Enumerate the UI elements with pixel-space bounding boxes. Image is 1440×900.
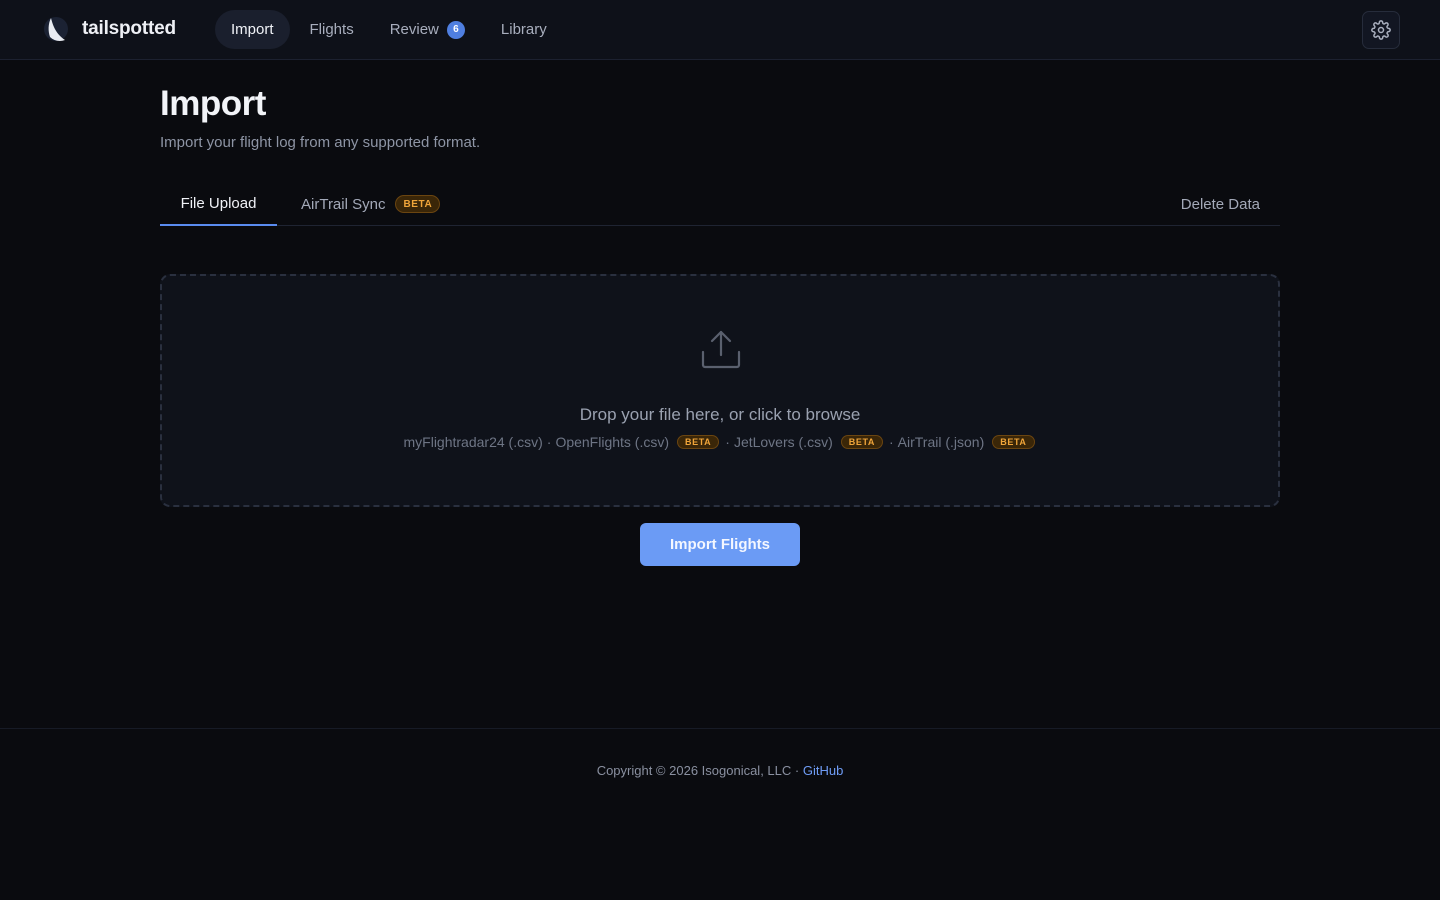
nav-item-import[interactable]: Import xyxy=(215,10,290,49)
import-flights-button[interactable]: Import Flights xyxy=(640,523,800,566)
tab-label: File Upload xyxy=(180,194,257,212)
format-label: JetLovers (.csv) xyxy=(733,434,833,450)
dropzone-title: Drop your file here, or click to browse xyxy=(579,405,861,424)
review-count-badge: 6 xyxy=(446,20,465,39)
format-label: OpenFlights (.csv) xyxy=(555,434,670,450)
page-subtitle: Import your flight log from any supporte… xyxy=(160,134,481,151)
beta-badge: BETA xyxy=(840,435,883,449)
gear-icon xyxy=(1371,20,1391,40)
file-dropzone[interactable]: Drop your file here, or click to browse … xyxy=(160,274,1280,507)
nav-item-label: Import xyxy=(231,21,274,38)
nav-item-flights[interactable]: Flights xyxy=(294,10,370,49)
format-label: AirTrail (.json) xyxy=(897,434,985,450)
nav-item-label: Flights xyxy=(309,21,354,38)
settings-button[interactable] xyxy=(1362,11,1400,49)
tab-label: Delete Data xyxy=(1180,195,1260,213)
tab-delete-data[interactable]: Delete Data xyxy=(1181,182,1260,226)
nav-item-review[interactable]: Review 6 xyxy=(374,10,481,49)
tab-airtrail-sync[interactable]: AirTrail Sync BETA xyxy=(301,182,441,226)
nav-item-label: Review xyxy=(389,21,439,38)
beta-badge: BETA xyxy=(992,435,1035,449)
upload-icon xyxy=(701,330,741,369)
import-tabs: File Upload AirTrail Sync BETA Delete Da… xyxy=(160,182,1280,226)
logo-icon[interactable] xyxy=(42,14,70,44)
copyright-text: Copyright © 2026 Isogonical, LLC · xyxy=(596,763,800,778)
nav-item-library[interactable]: Library xyxy=(485,10,563,49)
page-title: Import xyxy=(160,84,266,123)
supported-formats: myFlightradar24 (.csv) · OpenFlights (.c… xyxy=(162,434,1278,450)
nav-item-label: Library xyxy=(500,21,547,38)
format-separator: · xyxy=(546,434,552,450)
format-label: myFlightradar24 (.csv) xyxy=(403,434,543,450)
beta-badge: BETA xyxy=(677,435,720,449)
tab-label: AirTrail Sync xyxy=(301,195,386,213)
top-bar: tailspotted Import Flights Review 6 Libr… xyxy=(0,0,1440,60)
main-nav: Import Flights Review 6 Library xyxy=(215,10,563,49)
format-separator: · xyxy=(725,434,730,450)
github-link[interactable]: GitHub xyxy=(803,763,843,778)
tab-file-upload[interactable]: File Upload xyxy=(160,182,277,226)
beta-badge: BETA xyxy=(395,195,441,213)
format-separator: · xyxy=(888,434,894,450)
brand-name[interactable]: tailspotted xyxy=(82,18,176,40)
footer: Copyright © 2026 Isogonical, LLC · GitHu… xyxy=(0,728,1440,900)
footer-text: Copyright © 2026 Isogonical, LLC · GitHu… xyxy=(0,763,1440,778)
